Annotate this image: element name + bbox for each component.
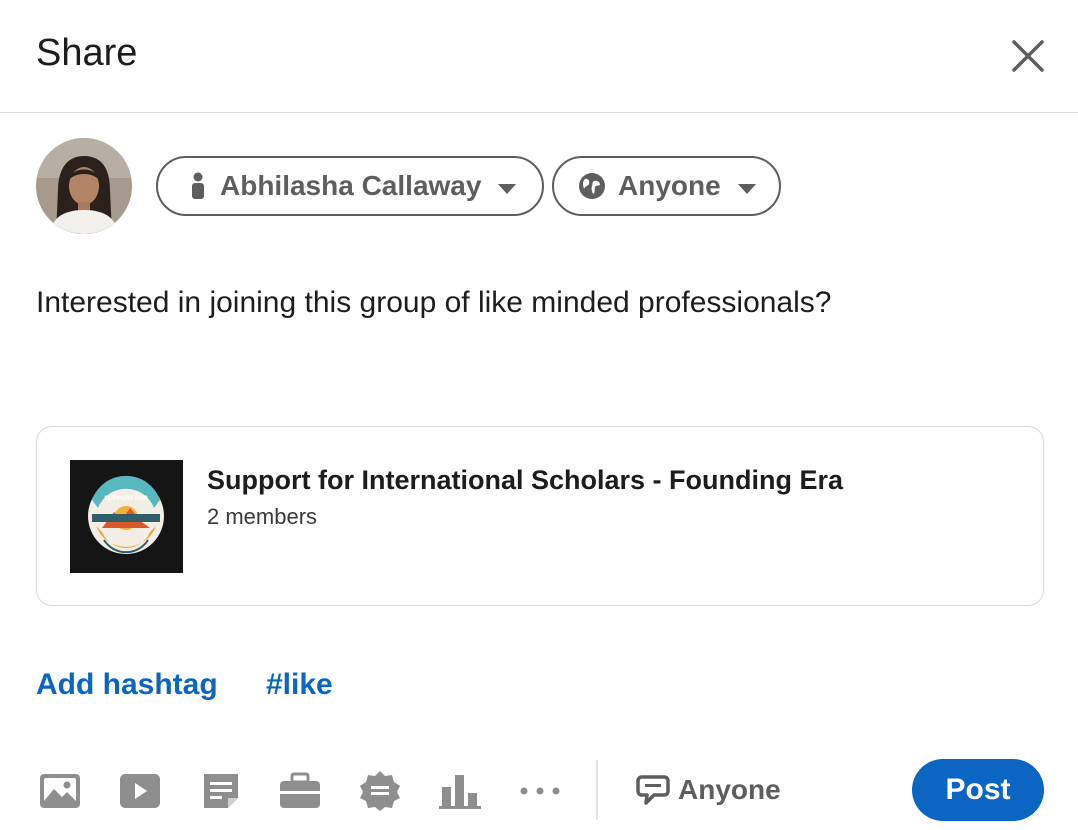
video-icon[interactable] bbox=[117, 768, 163, 814]
add-hashtag-link[interactable]: Add hashtag bbox=[36, 668, 218, 702]
dialog-title: Share bbox=[36, 32, 138, 74]
poll-icon[interactable] bbox=[437, 768, 483, 814]
job-icon[interactable] bbox=[277, 768, 323, 814]
photo-icon[interactable] bbox=[37, 768, 83, 814]
visibility-label: Anyone bbox=[618, 170, 721, 201]
post-text-editor[interactable]: Interested in joining this group of like… bbox=[36, 286, 831, 320]
visibility-selector[interactable]: Anyone bbox=[552, 156, 781, 216]
group-logo: SUPPORT FOR bbox=[70, 460, 183, 573]
comment-icon bbox=[636, 775, 670, 805]
comment-control-label: Anyone bbox=[678, 774, 781, 805]
avatar bbox=[36, 138, 132, 234]
group-card[interactable]: SUPPORT FOR Support for International Sc… bbox=[36, 426, 1044, 606]
toolbar-divider bbox=[596, 760, 598, 820]
author-selector[interactable]: Abhilasha Callaway bbox=[156, 156, 544, 216]
document-icon[interactable] bbox=[198, 768, 244, 814]
more-icon[interactable] bbox=[517, 768, 563, 814]
close-icon[interactable] bbox=[1006, 34, 1050, 78]
globe-icon bbox=[578, 172, 606, 200]
group-logo-text: SUPPORT FOR bbox=[104, 496, 148, 502]
person-icon bbox=[188, 172, 208, 200]
chevron-down-icon bbox=[497, 170, 517, 202]
group-members: 2 members bbox=[207, 504, 318, 529]
comment-control-button[interactable]: Anyone bbox=[636, 770, 781, 810]
author-name: Abhilasha Callaway bbox=[220, 170, 482, 201]
celebrate-icon[interactable] bbox=[357, 768, 403, 814]
post-button[interactable]: Post bbox=[912, 759, 1044, 821]
chevron-down-icon bbox=[737, 170, 757, 202]
hashtag-item[interactable]: #like bbox=[266, 668, 333, 702]
dialog-header: Share bbox=[0, 0, 1078, 113]
group-name: Support for International Scholars - Fou… bbox=[207, 465, 844, 495]
